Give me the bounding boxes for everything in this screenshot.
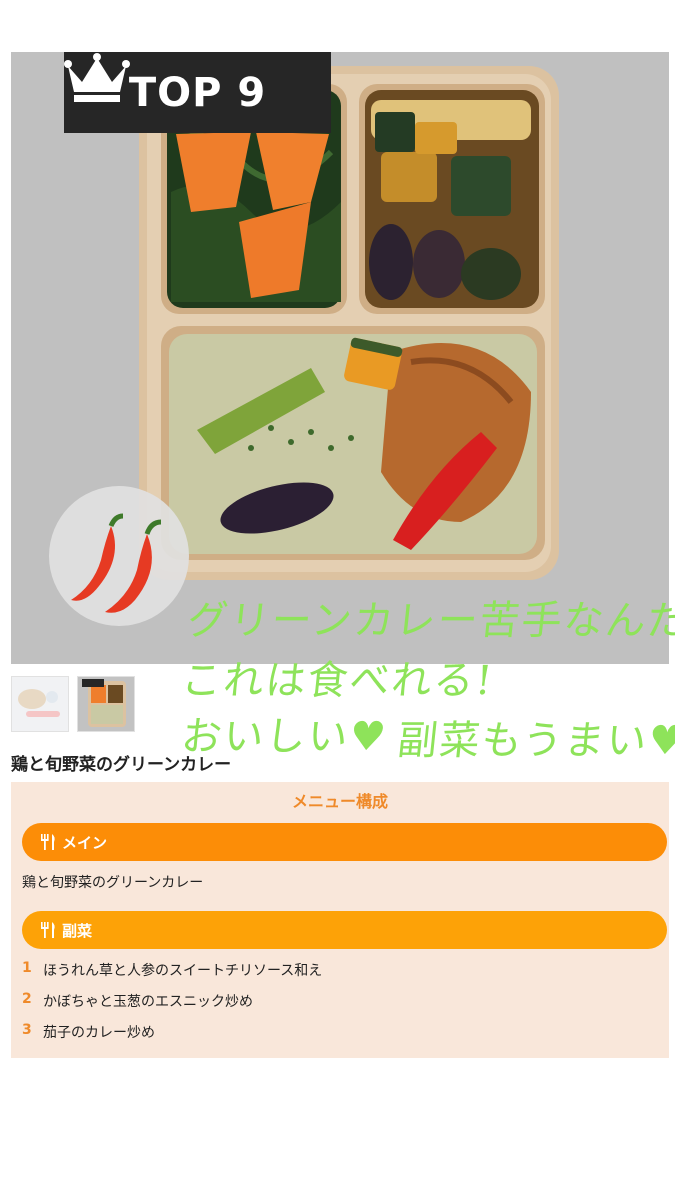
product-title: 鶏と旬野菜のグリーンカレー <box>11 755 232 775</box>
side-dish-list: 1 ほうれん草と人参のスイートチリソース和え 2 かぼちゃと玉葱のエスニック炒め… <box>22 960 322 1053</box>
thumbnail-image <box>18 689 60 717</box>
spicy-badge <box>49 486 189 626</box>
fork-knife-icon <box>41 834 55 850</box>
main-section-label: メイン <box>62 833 108 852</box>
side-dish-name: かぼちゃと玉葱のエスニック炒め <box>43 994 253 1010</box>
side-dish-number: 2 <box>22 991 32 1007</box>
handwritten-line-4: 副菜もうまい♥ <box>395 718 675 764</box>
side-dish-name: ほうれん草と人参のスイートチリソース和え <box>43 963 323 979</box>
crown-icon <box>64 53 130 102</box>
thumbnail-1[interactable] <box>11 676 69 732</box>
product-photo: TOP 9 <box>11 52 669 664</box>
list-item: 1 ほうれん草と人参のスイートチリソース和え <box>22 960 322 991</box>
rank-badge: TOP 9 <box>64 52 331 133</box>
menu-composition-panel: メニュー構成 メイン 鶏と旬野菜のグリーンカレー 副菜 1 ほうれん草と人参のス… <box>11 782 669 1058</box>
chili-pepper-icon <box>71 513 162 613</box>
main-dish-name: 鶏と旬野菜のグリーンカレー <box>22 875 204 891</box>
side-dish-number: 3 <box>22 1022 32 1038</box>
side-section-header: 副菜 <box>22 911 667 949</box>
side-dish-number: 1 <box>22 960 32 976</box>
thumbnail-image <box>82 679 126 727</box>
side-section-label: 副菜 <box>62 921 93 940</box>
rank-text: TOP 9 <box>128 69 267 116</box>
thumbnail-2[interactable] <box>77 676 135 732</box>
list-item: 3 茄子のカレー炒め <box>22 1022 322 1053</box>
main-section-header: メイン <box>22 823 667 861</box>
list-item: 2 かぼちゃと玉葱のエスニック炒め <box>22 991 322 1022</box>
menu-heading: メニュー構成 <box>291 792 388 811</box>
side-dish-name: 茄子のカレー炒め <box>43 1025 155 1041</box>
fork-knife-icon <box>41 922 55 938</box>
